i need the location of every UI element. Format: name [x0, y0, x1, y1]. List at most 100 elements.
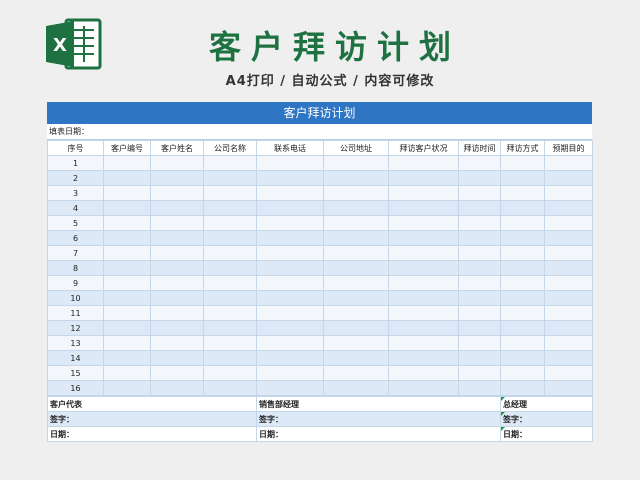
cell-purpose[interactable] [544, 230, 593, 246]
cell-address[interactable] [323, 320, 389, 336]
cell-visit-status[interactable] [388, 230, 459, 246]
cell-customer-id[interactable] [103, 320, 151, 336]
cell-address[interactable] [323, 335, 389, 351]
cell-address[interactable] [323, 365, 389, 381]
cell-visit-method[interactable] [500, 185, 545, 201]
cell-customer-name[interactable] [150, 305, 204, 321]
cell-purpose[interactable] [544, 185, 593, 201]
cell-customer-name[interactable] [150, 320, 204, 336]
cell-customer-name[interactable] [150, 335, 204, 351]
cell-phone[interactable] [256, 275, 324, 291]
col-header-visit-time[interactable]: 拜访时间 [458, 140, 501, 156]
cell-customer-id[interactable] [103, 245, 151, 261]
cell-customer-name[interactable] [150, 245, 204, 261]
cell-company-name[interactable] [203, 260, 257, 276]
cell-company-name[interactable] [203, 290, 257, 306]
manager-sign-field[interactable]: 签字： [256, 411, 501, 427]
cell-company-name[interactable] [203, 335, 257, 351]
cell-phone[interactable] [256, 335, 324, 351]
cell-address[interactable] [323, 275, 389, 291]
cell-company-name[interactable] [203, 215, 257, 231]
cell-visit-status[interactable] [388, 290, 459, 306]
cell-customer-id[interactable] [103, 170, 151, 186]
cell-customer-name[interactable] [150, 260, 204, 276]
sheet-title[interactable]: 客户拜访计划 [47, 102, 592, 124]
row-index-cell[interactable]: 9 [47, 275, 104, 291]
cell-visit-time[interactable] [458, 245, 501, 261]
cell-phone[interactable] [256, 290, 324, 306]
cell-visit-time[interactable] [458, 260, 501, 276]
col-header-customer-name[interactable]: 客户姓名 [150, 140, 204, 156]
cell-phone[interactable] [256, 185, 324, 201]
cell-address[interactable] [323, 290, 389, 306]
cell-customer-id[interactable] [103, 230, 151, 246]
cell-visit-method[interactable] [500, 350, 545, 366]
cell-visit-status[interactable] [388, 215, 459, 231]
cell-visit-method[interactable] [500, 230, 545, 246]
cell-customer-name[interactable] [150, 185, 204, 201]
cell-customer-name[interactable] [150, 200, 204, 216]
manager-date-field[interactable]: 日期： [256, 426, 501, 442]
row-index-cell[interactable]: 14 [47, 350, 104, 366]
cell-company-name[interactable] [203, 350, 257, 366]
col-header-visit-status[interactable]: 拜访客户状况 [388, 140, 459, 156]
cell-visit-status[interactable] [388, 350, 459, 366]
cell-visit-method[interactable] [500, 365, 545, 381]
cell-visit-time[interactable] [458, 275, 501, 291]
cell-company-name[interactable] [203, 155, 257, 171]
cell-address[interactable] [323, 200, 389, 216]
cell-visit-time[interactable] [458, 230, 501, 246]
cell-visit-time[interactable] [458, 170, 501, 186]
cell-customer-name[interactable] [150, 215, 204, 231]
cell-company-name[interactable] [203, 380, 257, 396]
cell-phone[interactable] [256, 260, 324, 276]
cell-phone[interactable] [256, 380, 324, 396]
row-index-cell[interactable]: 3 [47, 185, 104, 201]
cell-customer-id[interactable] [103, 335, 151, 351]
row-index-cell[interactable]: 16 [47, 380, 104, 396]
cell-visit-status[interactable] [388, 155, 459, 171]
cell-address[interactable] [323, 245, 389, 261]
general-manager-label[interactable]: 总经理 [500, 396, 593, 412]
cell-customer-id[interactable] [103, 380, 151, 396]
cell-company-name[interactable] [203, 320, 257, 336]
col-header-customer-id[interactable]: 客户编号 [103, 140, 151, 156]
cell-purpose[interactable] [544, 305, 593, 321]
cell-visit-time[interactable] [458, 350, 501, 366]
cell-company-name[interactable] [203, 245, 257, 261]
row-index-cell[interactable]: 5 [47, 215, 104, 231]
cell-phone[interactable] [256, 215, 324, 231]
cell-company-name[interactable] [203, 185, 257, 201]
cell-customer-name[interactable] [150, 380, 204, 396]
cell-visit-time[interactable] [458, 215, 501, 231]
row-index-cell[interactable]: 6 [47, 230, 104, 246]
cell-address[interactable] [323, 230, 389, 246]
cell-address[interactable] [323, 260, 389, 276]
cell-company-name[interactable] [203, 275, 257, 291]
fill-date-label[interactable]: 填表日期： [47, 124, 592, 140]
customer-rep-label[interactable]: 客户代表 [47, 396, 257, 412]
cell-purpose[interactable] [544, 155, 593, 171]
cell-purpose[interactable] [544, 365, 593, 381]
cell-visit-method[interactable] [500, 215, 545, 231]
cell-address[interactable] [323, 380, 389, 396]
cell-customer-name[interactable] [150, 170, 204, 186]
cell-visit-time[interactable] [458, 320, 501, 336]
cell-visit-time[interactable] [458, 305, 501, 321]
cell-visit-method[interactable] [500, 290, 545, 306]
row-index-cell[interactable]: 4 [47, 200, 104, 216]
row-index-cell[interactable]: 10 [47, 290, 104, 306]
cell-phone[interactable] [256, 365, 324, 381]
cell-customer-id[interactable] [103, 275, 151, 291]
gm-date-field[interactable]: 日期： [500, 426, 593, 442]
cell-purpose[interactable] [544, 200, 593, 216]
cell-visit-method[interactable] [500, 245, 545, 261]
cell-phone[interactable] [256, 320, 324, 336]
cell-purpose[interactable] [544, 380, 593, 396]
row-index-cell[interactable]: 15 [47, 365, 104, 381]
cell-visit-time[interactable] [458, 200, 501, 216]
cell-company-name[interactable] [203, 230, 257, 246]
cell-company-name[interactable] [203, 305, 257, 321]
cell-visit-time[interactable] [458, 185, 501, 201]
cell-visit-time[interactable] [458, 290, 501, 306]
